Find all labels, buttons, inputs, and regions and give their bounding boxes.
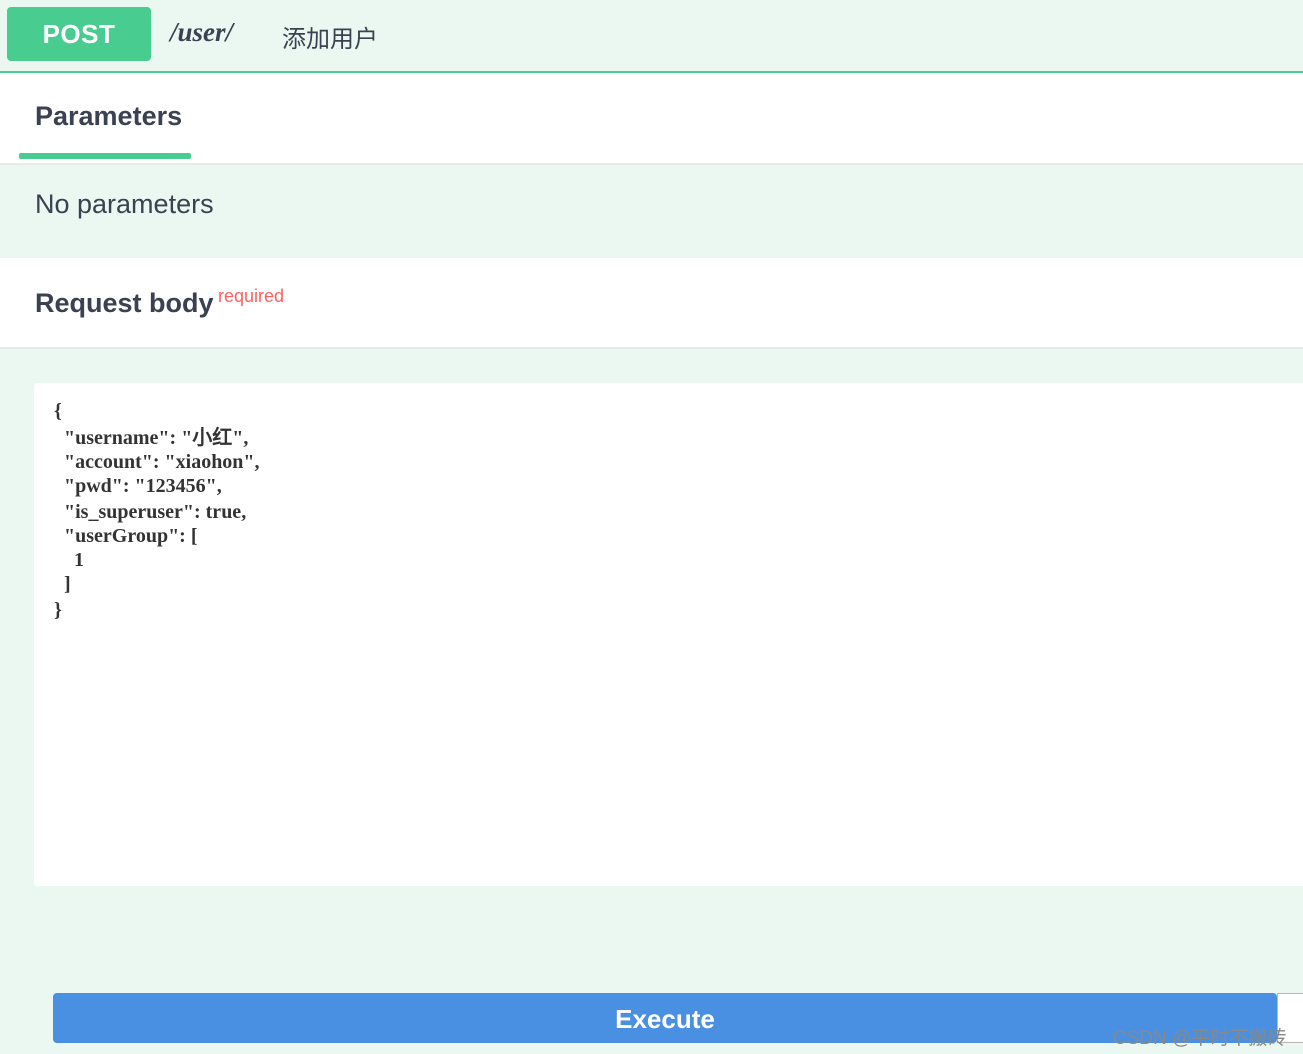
- code-line: 1: [54, 549, 84, 571]
- endpoint-path: /user/: [170, 17, 234, 47]
- tab-parameters[interactable]: Parameters: [35, 101, 182, 132]
- code-line: "pwd": "123456",: [54, 475, 222, 497]
- endpoint-description: 添加用户: [282, 26, 378, 53]
- execute-button[interactable]: Execute: [53, 993, 1277, 1043]
- code-line: "account": "xiaohon",: [54, 451, 260, 473]
- request-body-header: Request body required: [0, 258, 1303, 349]
- request-body-title: Request body: [35, 288, 214, 318]
- required-label: required: [218, 286, 285, 306]
- operation-summary[interactable]: POST /user/ 添加用户: [0, 0, 1303, 73]
- code-line: }: [54, 599, 62, 621]
- code-line: ]: [54, 573, 71, 595]
- code-line: "is_superuser": true,: [54, 501, 247, 523]
- watermark: CSDN @平时不搬砖: [1113, 1028, 1287, 1049]
- tab-active-indicator: [19, 153, 191, 159]
- request-body-editor[interactable]: { "username": "小红", "account": "xiaohon"…: [34, 383, 1303, 886]
- code-line: "userGroup": [: [54, 525, 198, 547]
- code-line: "username": "小红",: [54, 427, 249, 449]
- no-parameters-text: No parameters: [35, 189, 214, 219]
- tab-header: Parameters: [0, 73, 1303, 165]
- method-badge: POST: [7, 7, 151, 61]
- code-line: {: [54, 400, 62, 422]
